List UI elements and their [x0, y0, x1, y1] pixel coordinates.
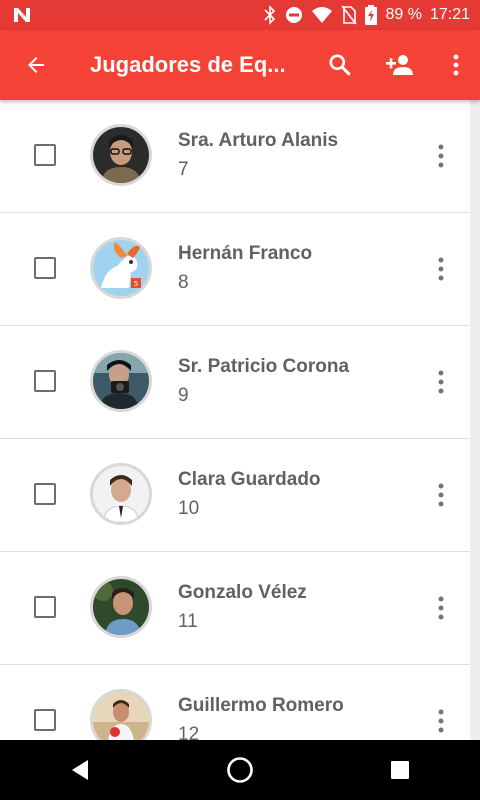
more-vert-icon	[438, 257, 444, 281]
item-more-button[interactable]	[426, 136, 456, 176]
select-checkbox[interactable]	[34, 709, 56, 731]
n-logo-icon	[12, 6, 32, 24]
back-triangle-icon	[72, 760, 88, 780]
back-button[interactable]	[0, 30, 72, 100]
battery-percent: 89 %	[385, 6, 422, 23]
select-checkbox[interactable]	[34, 596, 56, 618]
player-number: 8	[178, 272, 189, 293]
bluetooth-icon	[263, 5, 277, 25]
add-player-button[interactable]	[368, 30, 432, 100]
page-title: Jugadores de Eq...	[90, 52, 286, 77]
app-bar: Jugadores de Eq...	[0, 30, 480, 100]
more-vert-icon	[438, 144, 444, 168]
person-add-icon	[386, 55, 413, 75]
player-number: 12	[178, 724, 200, 740]
home-circle-icon	[227, 757, 253, 783]
player-name: Gonzalo Vélez	[178, 582, 307, 603]
more-vert-icon	[438, 483, 444, 507]
avatar	[90, 689, 152, 740]
item-more-button[interactable]	[426, 475, 456, 515]
wifi-icon	[311, 6, 333, 24]
more-vert-icon	[438, 596, 444, 620]
status-time: 17:21	[429, 6, 470, 23]
player-number: 10	[178, 498, 200, 519]
player-number: 7	[178, 159, 189, 180]
more-vert-icon	[453, 54, 459, 76]
system-nav-bar	[0, 740, 480, 800]
more-vert-icon	[438, 370, 444, 394]
avatar	[90, 124, 152, 186]
avatar	[90, 463, 152, 525]
player-list: Sra. Arturo Alanis 7 5 Hernán Franco 8 S…	[0, 100, 480, 740]
battery-charging-icon	[365, 5, 378, 25]
item-more-button[interactable]	[426, 701, 456, 740]
player-name: Clara Guardado	[178, 469, 321, 490]
list-item[interactable]: Gonzalo Vélez 11	[0, 552, 470, 665]
recents-square-icon	[391, 761, 409, 779]
status-bar: 89 % 17:21	[0, 0, 480, 30]
search-button[interactable]	[312, 30, 368, 100]
list-item[interactable]: Sr. Patricio Corona 9	[0, 326, 470, 439]
search-icon	[329, 54, 351, 76]
more-vert-icon	[438, 709, 444, 733]
svg-text:5: 5	[134, 280, 138, 288]
avatar	[90, 576, 152, 638]
player-name: Sr. Patricio Corona	[178, 356, 350, 377]
nav-recents-button[interactable]	[340, 740, 460, 800]
avatar	[90, 350, 152, 412]
select-checkbox[interactable]	[34, 370, 56, 392]
no-sim-icon	[341, 5, 358, 25]
select-checkbox[interactable]	[34, 144, 56, 166]
list-item[interactable]: Guillermo Romero 12	[0, 665, 470, 740]
more-options-button[interactable]	[432, 30, 480, 100]
player-name: Hernán Franco	[178, 243, 313, 264]
select-checkbox[interactable]	[34, 483, 56, 505]
player-number: 11	[178, 611, 198, 632]
do-not-disturb-icon	[285, 6, 303, 24]
select-checkbox[interactable]	[34, 257, 56, 279]
list-item[interactable]: Sra. Arturo Alanis 7	[0, 100, 470, 213]
avatar: 5	[90, 237, 152, 299]
player-number: 9	[178, 385, 189, 406]
item-more-button[interactable]	[426, 362, 456, 402]
item-more-button[interactable]	[426, 588, 456, 628]
arrow-back-icon	[28, 57, 44, 73]
player-name: Sra. Arturo Alanis	[178, 130, 339, 151]
list-item[interactable]: Clara Guardado 10	[0, 439, 470, 552]
player-name: Guillermo Romero	[178, 695, 344, 716]
list-item[interactable]: 5 Hernán Franco 8	[0, 213, 470, 326]
item-more-button[interactable]	[426, 249, 456, 289]
nav-home-button[interactable]	[180, 740, 300, 800]
nav-back-button[interactable]	[20, 740, 140, 800]
